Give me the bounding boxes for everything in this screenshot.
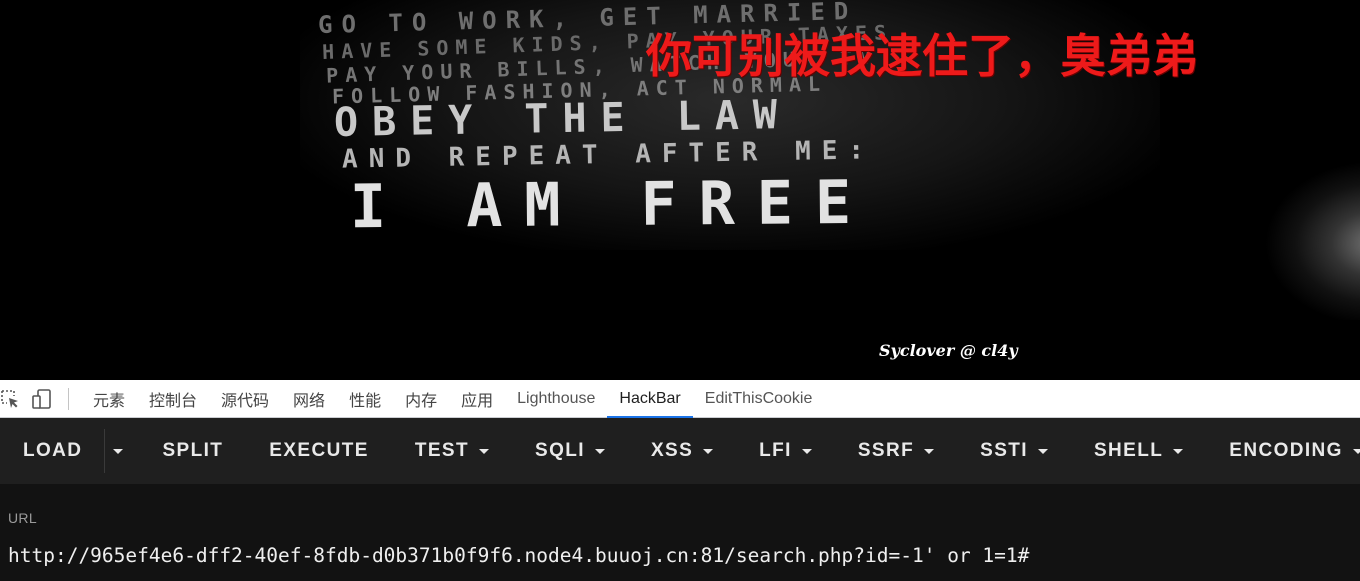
tab-console[interactable]: 控制台 [137,380,209,418]
sqli-label: SQLI [535,440,585,461]
encoding-label: ENCODING [1229,440,1343,461]
hackbar-toolbar: LOAD SPLIT EXECUTE TEST SQLI XSS LFI SSR… [0,418,1360,484]
split-label: SPLIT [162,440,224,461]
url-panel: URL [0,484,1360,581]
shell-menu-button[interactable]: SHELL [1071,418,1206,484]
ssti-menu-button[interactable]: SSTI [957,418,1071,484]
tab-editthiscookie[interactable]: EditThisCookie [693,380,825,418]
poster-line: I am free [349,167,874,243]
devtools-tab-strip: 元素 控制台 源代码 网络 性能 内存 应用 Lighthouse HackBa… [0,380,1360,418]
ssrf-menu-button[interactable]: SSRF [835,418,957,484]
load-button-group: LOAD [0,418,139,484]
page-viewport: Go to work, get married have some kids, … [0,0,1360,380]
execute-label: EXECUTE [269,440,369,461]
caret-down-icon [924,448,935,454]
caret-down-icon [1037,448,1048,454]
lfi-menu-button[interactable]: LFI [736,418,835,484]
tab-application[interactable]: 应用 [449,380,505,418]
caret-down-icon [1352,448,1360,454]
xss-menu-button[interactable]: XSS [628,418,736,484]
test-label: TEST [414,440,469,461]
caret-down-icon [479,448,489,454]
test-menu-button[interactable]: TEST [392,418,512,484]
page-title: 你可别被我逮住了，臭弟弟 [646,29,1198,83]
device-toolbar-icon[interactable] [30,387,54,411]
tab-performance[interactable]: 性能 [337,380,393,418]
split-button[interactable]: SPLIT [139,418,246,484]
tab-sources[interactable]: 源代码 [209,380,281,418]
inspect-element-icon[interactable] [0,387,22,411]
caret-down-icon [594,448,605,454]
load-button[interactable]: LOAD [0,418,104,484]
lfi-label: LFI [759,440,792,461]
toolbar-divider [68,387,69,410]
sqli-menu-button[interactable]: SQLI [512,418,628,484]
caret-down-icon [113,448,124,454]
caret-down-icon [801,448,812,454]
load-menu-button[interactable] [105,418,139,484]
credit-text: Syclover @ cl4y [879,341,1018,360]
xss-label: XSS [650,440,694,461]
tab-hackbar[interactable]: HackBar [607,380,693,418]
execute-button[interactable]: EXECUTE [246,418,392,484]
tab-elements[interactable]: 元素 [81,380,137,418]
ssrf-label: SSRF [857,440,915,461]
url-label: URL [8,510,37,526]
encoding-menu-button[interactable]: ENCODING [1206,418,1360,484]
tab-memory[interactable]: 内存 [393,380,449,418]
tab-lighthouse[interactable]: Lighthouse [505,380,607,418]
tab-network[interactable]: 网络 [281,380,337,418]
ssti-label: SSTI [980,440,1028,461]
figure-silhouette [1250,150,1360,320]
shell-label: SHELL [1093,440,1164,461]
url-input[interactable] [0,538,1360,572]
caret-down-icon [703,448,714,454]
caret-down-icon [1173,448,1184,454]
